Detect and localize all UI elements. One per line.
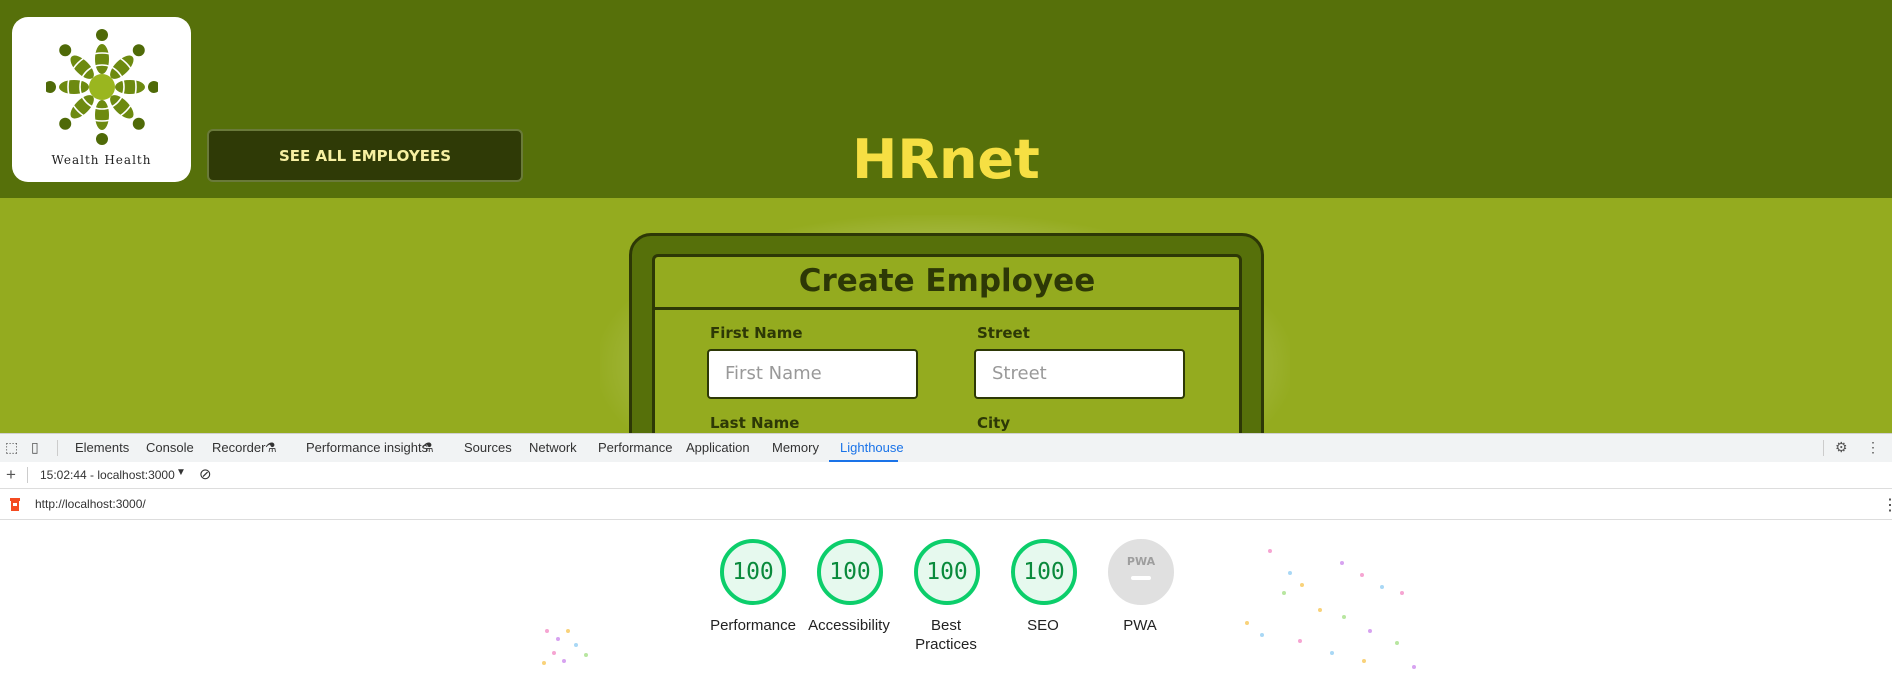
form-heading: Create Employee	[655, 257, 1239, 310]
experiment-flask-icon: ⚗	[265, 440, 277, 455]
wealth-health-logo-icon	[46, 29, 158, 145]
last-name-label: Last Name	[710, 414, 800, 432]
score-value: 100	[817, 539, 883, 605]
score-gauge-best-practices[interactable]: 100	[914, 539, 980, 605]
score-label-best-practices: Best Practices	[915, 617, 977, 653]
first-name-label: First Name	[710, 324, 803, 342]
score-gauge-performance[interactable]: 100	[720, 539, 786, 605]
score-label-seo: SEO	[1027, 617, 1059, 634]
score-label-accessibility: Accessibility	[808, 617, 890, 634]
divider	[27, 467, 28, 483]
more-options-icon[interactable]: ⋮	[1866, 439, 1880, 456]
tab-application[interactable]: Application	[686, 440, 750, 455]
report-menu-icon[interactable]: ⋮	[1882, 495, 1892, 515]
tab-memory[interactable]: Memory	[772, 440, 819, 455]
report-dropdown-icon[interactable]: ▼	[176, 467, 186, 478]
svg-text:PWA: PWA	[1127, 555, 1156, 568]
app-viewport: Wealth Health SEE ALL EMPLOYEES HRnet Cr…	[0, 0, 1892, 433]
tab-performance[interactable]: Performance	[598, 440, 672, 455]
score-value: 100	[914, 539, 980, 605]
devtools-tabbar: ⬚ ▯ Elements Console Recorder ⚗ Performa…	[0, 433, 1892, 463]
score-gauge-accessibility[interactable]: 100	[817, 539, 883, 605]
lighthouse-icon	[10, 498, 20, 511]
report-url[interactable]: http://localhost:3000/	[35, 497, 146, 511]
street-label: Street	[977, 324, 1030, 342]
tab-elements[interactable]: Elements	[75, 440, 129, 455]
pwa-badge-icon: PWA	[1108, 539, 1174, 605]
clear-block-icon[interactable]: ⊘	[199, 465, 212, 483]
tab-sources[interactable]: Sources	[464, 440, 512, 455]
lighthouse-toolbar: + 15:02:44 - localhost:3000 ▼ ⊘	[0, 462, 1892, 489]
report-selector[interactable]: 15:02:44 - localhost:3000	[40, 468, 175, 482]
settings-gear-icon[interactable]: ⚙	[1835, 439, 1848, 456]
divider	[57, 440, 58, 456]
see-all-employees-button[interactable]: SEE ALL EMPLOYEES	[207, 129, 523, 182]
top-header: Wealth Health SEE ALL EMPLOYEES HRnet	[0, 0, 1892, 198]
create-employee-card: Create Employee First Name First Name St…	[629, 233, 1264, 433]
inspect-element-icon[interactable]: ⬚	[5, 439, 18, 456]
score-label-pwa: PWA	[1123, 617, 1157, 634]
experiment-flask-icon: ⚗	[422, 440, 434, 455]
brand-logo[interactable]: Wealth Health	[12, 17, 191, 182]
tab-network[interactable]: Network	[529, 440, 577, 455]
app-title: HRnet	[852, 128, 1040, 191]
devtools-panel: ⬚ ▯ Elements Console Recorder ⚗ Performa…	[0, 433, 1892, 676]
score-value: 100	[1011, 539, 1077, 605]
tab-console[interactable]: Console	[146, 440, 194, 455]
divider	[1823, 440, 1824, 456]
first-name-input[interactable]: First Name	[707, 349, 918, 399]
tab-performance-insights[interactable]: Performance insights	[306, 440, 428, 455]
brand-name: Wealth Health	[51, 153, 152, 167]
new-report-plus-icon[interactable]: +	[6, 465, 16, 485]
city-label: City	[977, 414, 1011, 432]
score-gauge-pwa[interactable]: PWA	[1108, 539, 1174, 605]
tab-lighthouse[interactable]: Lighthouse	[840, 440, 904, 455]
score-value: 100	[720, 539, 786, 605]
score-gauge-seo[interactable]: 100	[1011, 539, 1077, 605]
report-url-row: http://localhost:3000/ ⋮	[0, 489, 1892, 520]
tab-recorder[interactable]: Recorder	[212, 440, 265, 455]
street-input[interactable]: Street	[974, 349, 1185, 399]
score-label-performance: Performance	[710, 617, 796, 634]
create-employee-form: Create Employee First Name First Name St…	[652, 254, 1242, 433]
device-toolbar-icon[interactable]: ▯	[31, 439, 39, 456]
pwa-icon: PWA	[1127, 555, 1156, 580]
